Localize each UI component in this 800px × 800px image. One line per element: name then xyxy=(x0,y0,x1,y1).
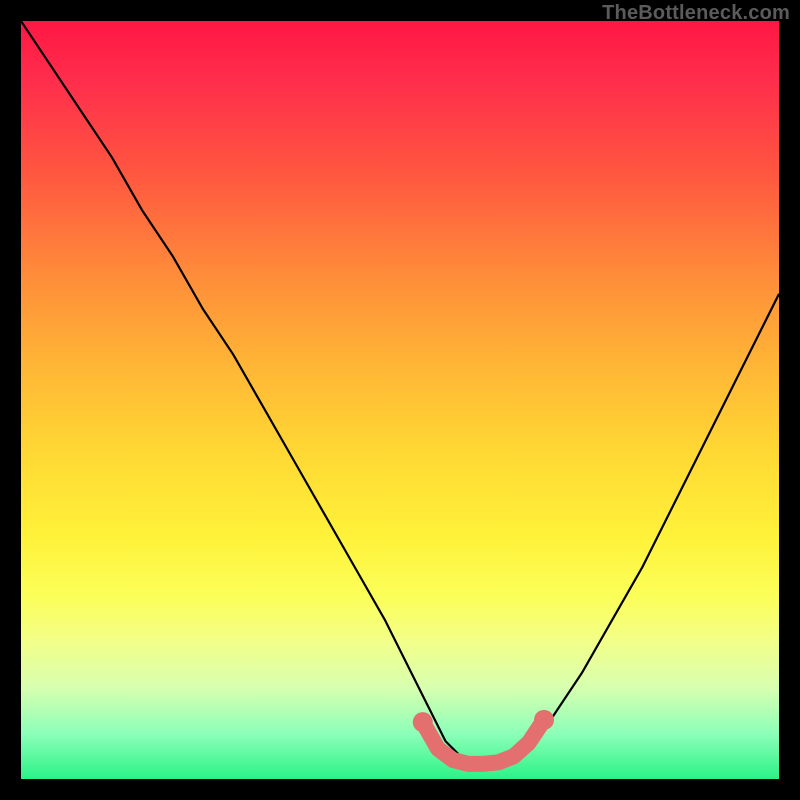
bottleneck-curve xyxy=(21,21,779,764)
optimal-range-endpoint xyxy=(413,712,433,732)
optimal-range-line xyxy=(423,720,544,764)
chart-plot-area xyxy=(21,21,779,779)
chart-stage: TheBottleneck.com xyxy=(0,0,800,800)
optimal-range-endpoint xyxy=(534,710,554,730)
chart-svg xyxy=(21,21,779,779)
